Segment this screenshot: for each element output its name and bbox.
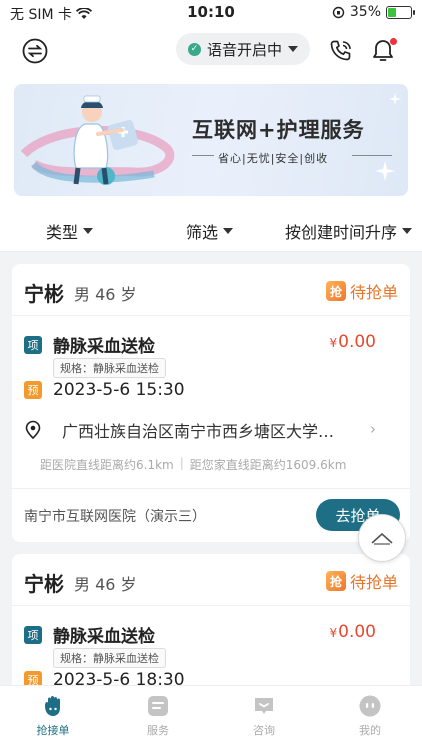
- grab-icon: 抢: [325, 281, 346, 301]
- nurse-illustration: [20, 95, 175, 185]
- sparkle-icon: [375, 161, 395, 181]
- grab-icon: 抢: [325, 571, 346, 591]
- appointment-tag: 预: [24, 381, 42, 399]
- status-bar: 无 SIM 卡 10:10 35%: [0, 0, 422, 26]
- switch-button[interactable]: [18, 34, 52, 68]
- patient-name: 宁彬: [24, 572, 64, 596]
- service-name: 静脉采血送检: [53, 627, 155, 647]
- battery-icon: [386, 5, 415, 19]
- check-icon: ✓: [187, 42, 201, 56]
- chevron-down-icon: [83, 228, 94, 234]
- chevron-up-icon: [371, 532, 393, 545]
- call-button[interactable]: [324, 34, 358, 68]
- tab-label: 服务: [147, 724, 169, 737]
- banner-title: 互联网+护理服务: [192, 118, 365, 142]
- banner-subtitle: 省心|无忧|安全|创收: [218, 152, 329, 165]
- distance-home: 距您家直线距离约1609.6km: [189, 458, 347, 472]
- tab-label: 抢接单: [36, 724, 70, 737]
- order-card[interactable]: 宁彬 男 46 岁 抢 待抢单 项 静脉采血送检 ¥0.00 规格：静脉采血送检…: [12, 554, 410, 694]
- status-badge: 抢 待抢单: [325, 279, 398, 303]
- spec-tag: 规格：静脉采血送检: [53, 648, 166, 668]
- status-label: 待抢单: [349, 573, 398, 592]
- filter-screen-label: 筛选: [186, 223, 219, 242]
- tab-service[interactable]: 服务: [128, 694, 188, 738]
- location-icon: [25, 420, 41, 440]
- chevron-right-icon: ›: [370, 420, 376, 438]
- patient-gender-age: 男 46 岁: [74, 575, 137, 594]
- filter-screen[interactable]: 筛选: [186, 219, 234, 243]
- chevron-down-icon: [402, 228, 413, 234]
- service-tag: 项: [24, 335, 42, 354]
- filter-type-label: 类型: [46, 223, 79, 242]
- voice-toggle[interactable]: ✓ 语音开启中: [176, 33, 310, 65]
- battery-percent: 35%: [349, 4, 381, 20]
- spec-tag: 规格：静脉采血送检: [53, 358, 166, 378]
- distance-info: 距医院直线距离约6.1km | 距您家直线距离约1609.6km: [40, 456, 347, 472]
- service-icon: [145, 694, 171, 718]
- chat-icon: [251, 694, 277, 718]
- service-name: 静脉采血送检: [53, 337, 155, 357]
- tab-grab-orders[interactable]: 抢接单: [23, 694, 83, 738]
- sort-label: 按创建时间升序: [285, 223, 398, 242]
- filter-bar: 类型 筛选 按创建时间升序: [0, 206, 422, 252]
- price: ¥0.00: [330, 622, 377, 642]
- tab-label: 我的: [359, 724, 381, 737]
- tab-consult[interactable]: 咨询: [234, 694, 294, 738]
- voice-label: 语音开启中: [206, 40, 282, 59]
- notification-dot: [390, 38, 397, 45]
- orientation-lock-icon: [332, 6, 345, 18]
- price-symbol: ¥: [329, 626, 338, 640]
- promo-banner[interactable]: 互联网+护理服务 省心|无忧|安全|创收: [14, 84, 408, 196]
- phone-icon: [330, 40, 351, 61]
- price-value: 0.00: [338, 622, 376, 642]
- patient-address: 广西壮族自治区南宁市西乡塘区大学…: [62, 422, 335, 441]
- switch-icon: [22, 38, 48, 64]
- notifications-button[interactable]: [366, 34, 400, 68]
- status-badge: 抢 待抢单: [325, 569, 398, 593]
- scroll-top-button[interactable]: [358, 514, 406, 562]
- patient-name: 宁彬: [24, 282, 64, 306]
- tab-profile[interactable]: 我的: [340, 694, 400, 738]
- profile-icon: [357, 694, 383, 718]
- banner-section: 互联网+护理服务 省心|无忧|安全|创收: [0, 76, 422, 206]
- order-card[interactable]: 宁彬 男 46 岁 抢 待抢单 项 静脉采血送检 ¥0.00 规格：静脉采血送检…: [12, 264, 410, 542]
- hospital-name: 南宁市互联网医院（演示三）: [24, 509, 206, 525]
- status-label: 待抢单: [349, 283, 398, 302]
- price-symbol: ¥: [329, 336, 338, 350]
- price: ¥0.00: [330, 332, 377, 352]
- patient-gender-age: 男 46 岁: [74, 285, 137, 304]
- distance-hospital: 距医院直线距离约6.1km: [40, 458, 174, 472]
- service-tag: 项: [24, 625, 42, 644]
- chevron-down-icon: [288, 46, 298, 52]
- bottom-tab-bar: 抢接单 服务 咨询 我的: [0, 685, 422, 750]
- sort-dropdown[interactable]: 按创建时间升序: [285, 219, 413, 243]
- chevron-down-icon: [223, 228, 234, 234]
- price-value: 0.00: [338, 332, 376, 352]
- appointment-time: 2023-5-6 15:30: [53, 380, 185, 400]
- address-row[interactable]: 广西壮族自治区南宁市西乡塘区大学…: [24, 418, 334, 442]
- sparkle-icon: [388, 92, 402, 106]
- hand-icon: [40, 694, 66, 718]
- app-header: ✓ 语音开启中: [0, 26, 422, 76]
- tab-label: 咨询: [253, 724, 275, 737]
- filter-type[interactable]: 类型: [46, 219, 94, 243]
